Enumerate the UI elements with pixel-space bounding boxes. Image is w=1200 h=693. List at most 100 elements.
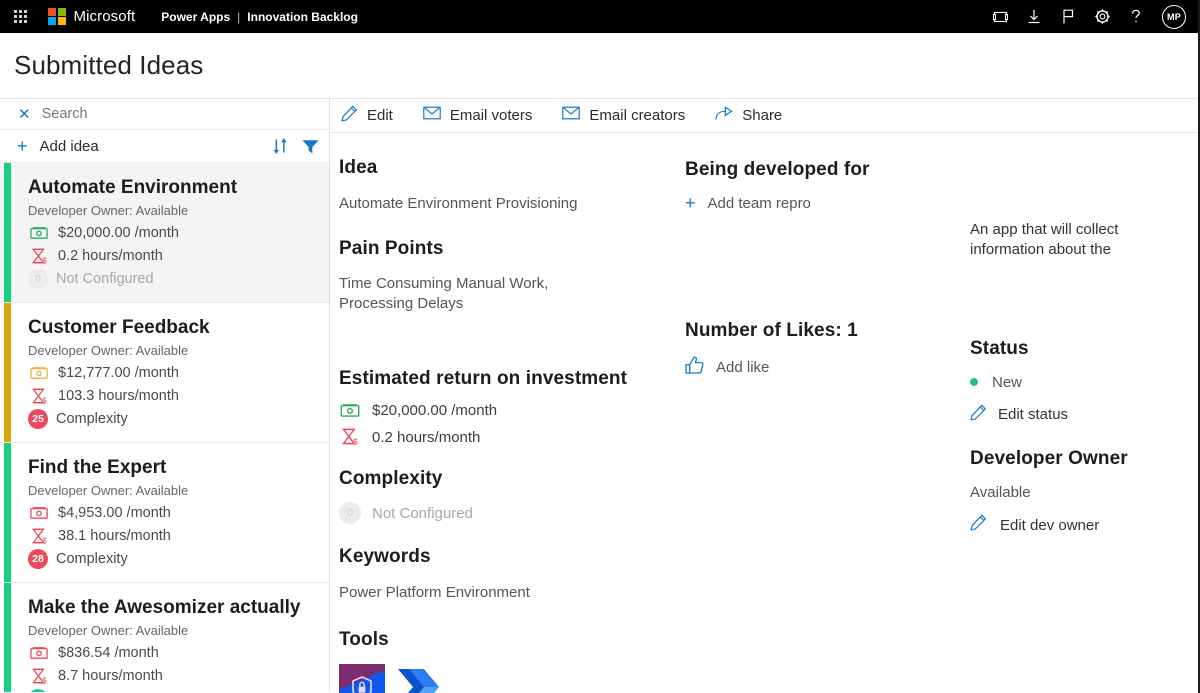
edit-label: Edit	[367, 107, 393, 124]
app-breadcrumb: Power Apps | Innovation Backlog	[161, 10, 358, 24]
add-like-label: Add like	[716, 359, 769, 376]
list-item[interactable]: Make the Awesomizer actually Developer O…	[0, 583, 329, 692]
list-item[interactable]: Customer Feedback Developer Owner: Avail…	[0, 303, 329, 443]
complexity-badge: 28	[28, 549, 48, 569]
complexity-badge: 0	[28, 269, 48, 289]
money-value: $20,000.00 /month	[58, 226, 179, 241]
share-button[interactable]: Share	[715, 106, 782, 126]
accent-bar	[4, 583, 11, 692]
gear-icon[interactable]	[1094, 9, 1110, 25]
help-icon[interactable]	[1128, 9, 1144, 25]
download-icon[interactable]	[1026, 9, 1042, 25]
hourglass-icon: $	[339, 428, 361, 446]
list-item-title: Customer Feedback	[28, 316, 319, 340]
microsoft-squares-icon	[48, 8, 66, 26]
complexity-heading: Complexity	[339, 468, 679, 490]
mail-icon	[423, 106, 441, 125]
share-label: Share	[742, 107, 782, 124]
money-icon	[339, 404, 361, 418]
top-bar-actions: MP	[992, 5, 1186, 29]
complexity-label: Complexity	[56, 412, 128, 427]
app-name[interactable]: Power Apps	[161, 10, 230, 24]
complexity-value: Not Configured	[372, 505, 473, 522]
status-value: New	[992, 374, 1022, 391]
context-name[interactable]: Innovation Backlog	[247, 10, 358, 24]
app-launcher-icon[interactable]	[8, 7, 32, 27]
roi-money-value: $20,000.00 /month	[372, 402, 497, 419]
hourglass-icon: $	[28, 388, 50, 405]
microsoft-logo[interactable]: Microsoft	[48, 8, 135, 26]
add-idea-row: + Add idea	[0, 130, 329, 163]
thumbs-up-icon	[685, 356, 704, 379]
idea-detail-panel: Edit Email voters	[330, 99, 1198, 692]
hourglass-icon: $	[28, 668, 50, 685]
list-item-money: $4,953.00 /month	[28, 502, 319, 525]
power-automate-icon[interactable]	[395, 664, 441, 693]
plus-icon: +	[685, 194, 696, 212]
flag-icon[interactable]	[1060, 9, 1076, 25]
list-item-owner: Developer Owner: Available	[28, 203, 319, 218]
fit-screen-icon[interactable]	[992, 9, 1008, 25]
accent-bar	[4, 303, 11, 442]
list-item-owner: Developer Owner: Available	[28, 343, 319, 358]
list-item-hours: $ 8.7 hours/month	[28, 665, 319, 688]
hours-value: 103.3 hours/month	[58, 389, 179, 404]
developer-owner-heading: Developer Owner	[970, 448, 1200, 470]
list-item[interactable]: Automate Environment Developer Owner: Av…	[0, 163, 329, 303]
svg-text:$: $	[353, 437, 358, 447]
list-item-complexity: 28 Complexity	[28, 548, 319, 571]
list-item[interactable]: Find the Expert Developer Owner: Availab…	[0, 443, 329, 583]
money-value: $4,953.00 /month	[58, 506, 171, 521]
money-icon	[28, 367, 50, 380]
ideas-list[interactable]: Automate Environment Developer Owner: Av…	[0, 163, 329, 692]
email-voters-label: Email voters	[450, 107, 533, 124]
add-like-button[interactable]: Add like	[685, 356, 965, 379]
tools-row	[339, 664, 679, 693]
edit-dev-owner-label: Edit dev owner	[1000, 517, 1099, 534]
detail-column-right: An app that will collect information abo…	[970, 133, 1200, 536]
list-item-complexity: 25 Complexity	[28, 408, 319, 431]
list-item-complexity: 0 Not Configured	[28, 268, 319, 291]
edit-button[interactable]: Edit	[341, 105, 393, 127]
add-idea-button[interactable]: Add idea	[40, 138, 99, 155]
pencil-icon	[341, 105, 358, 127]
svg-text:$: $	[42, 676, 47, 685]
svg-text:$: $	[42, 536, 47, 545]
avatar[interactable]: MP	[1162, 5, 1186, 29]
email-creators-button[interactable]: Email creators	[562, 106, 685, 125]
search-input[interactable]: Search	[42, 106, 88, 122]
filter-icon[interactable]	[302, 139, 319, 154]
power-platform-admin-icon[interactable]	[339, 664, 385, 693]
svg-text:$: $	[42, 256, 47, 265]
complexity-label: Complexity	[56, 552, 128, 567]
share-icon	[715, 106, 733, 126]
complexity-row: 0 Not Configured	[339, 502, 679, 524]
mail-icon	[562, 106, 580, 125]
page-body: ✕ Search + Add idea	[0, 99, 1198, 692]
complexity-badge: 0	[339, 502, 361, 524]
hourglass-icon: $	[28, 528, 50, 545]
add-team-repro-button[interactable]: + Add team repro	[685, 194, 965, 212]
close-icon[interactable]: ✕	[18, 107, 31, 122]
idea-heading: Idea	[339, 157, 679, 179]
money-value: $836.54 /month	[58, 646, 159, 661]
page-title: Submitted Ideas	[14, 50, 203, 81]
hours-value: 38.1 hours/month	[58, 529, 171, 544]
list-item-money: $20,000.00 /month	[28, 222, 319, 245]
roi-heading: Estimated return on investment	[339, 368, 679, 390]
pain-points-value: Time Consuming Manual Work, Processing D…	[339, 274, 591, 314]
email-voters-button[interactable]: Email voters	[423, 106, 533, 125]
money-icon	[28, 647, 50, 660]
list-item-hours: $ 0.2 hours/month	[28, 245, 319, 268]
email-creators-label: Email creators	[589, 107, 685, 124]
status-heading: Status	[970, 338, 1200, 360]
roi-hours-value: 0.2 hours/month	[372, 429, 480, 446]
status-value-row: New	[970, 374, 1200, 391]
complexity-label: Not Configured	[56, 272, 154, 287]
search-row: ✕ Search	[0, 99, 329, 130]
sort-icon[interactable]	[273, 138, 288, 154]
edit-status-button[interactable]: Edit status	[970, 404, 1200, 426]
edit-dev-owner-button[interactable]: Edit dev owner	[970, 514, 1200, 536]
list-item-owner: Developer Owner: Available	[28, 483, 319, 498]
detail-command-bar: Edit Email voters	[330, 99, 1198, 133]
